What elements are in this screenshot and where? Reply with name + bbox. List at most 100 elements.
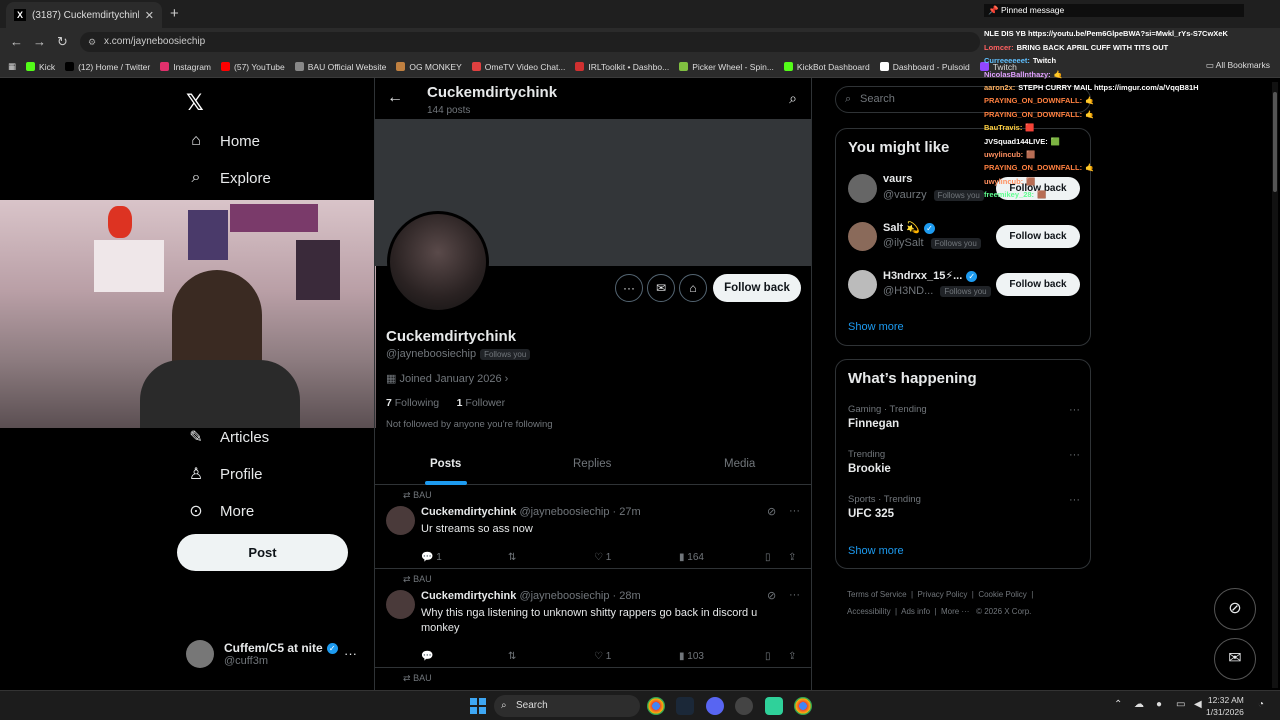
site-info-icon[interactable]: ⚙ bbox=[88, 32, 96, 52]
repost-button[interactable]: ⇅ bbox=[508, 651, 516, 662]
footer-link[interactable]: Terms of Service bbox=[847, 590, 907, 599]
suggestion-item[interactable]: H3ndrxx_15⚡... ✓ @H3ND... Follows you Fol… bbox=[848, 268, 1080, 302]
more-icon[interactable]: ··· bbox=[344, 646, 357, 661]
chrome-icon[interactable] bbox=[647, 697, 665, 715]
trend-more-icon[interactable]: ··· bbox=[1069, 494, 1080, 506]
more-options-button[interactable]: ··· bbox=[615, 274, 643, 302]
follow-back-button[interactable]: Follow back bbox=[996, 273, 1080, 296]
post-item[interactable]: ⇄ BAU Cuckemdirtychink @jayneboosiechip … bbox=[375, 569, 811, 668]
followers-link[interactable]: 1 Follower bbox=[457, 397, 505, 409]
post-handle[interactable]: @jayneboosiechip bbox=[519, 590, 609, 602]
obs-icon[interactable] bbox=[735, 697, 753, 715]
bookmark-item[interactable]: BAU Official Website bbox=[294, 62, 386, 72]
footer-link[interactable]: Ads info bbox=[901, 607, 930, 616]
post-handle[interactable]: @jayneboosiechip bbox=[519, 506, 609, 518]
mic-icon[interactable]: ● bbox=[1156, 699, 1162, 710]
account-switcher[interactable]: Cuffem/C5 at nite ✓ @cuff3m ··· bbox=[186, 640, 357, 668]
post-item[interactable]: ⇄ BAU bbox=[375, 668, 811, 690]
forward-icon[interactable]: → bbox=[33, 34, 46, 49]
following-link[interactable]: 7 Following bbox=[386, 397, 439, 409]
nav-profile[interactable]: ♙ Profile bbox=[186, 464, 263, 484]
browser-tab[interactable]: X (3187) Cuckemdirtychink (@jay ✕ bbox=[6, 2, 162, 28]
post-avatar[interactable] bbox=[386, 590, 415, 619]
taskbar-search[interactable]: ⌕ Search bbox=[494, 695, 640, 717]
profile-avatar[interactable] bbox=[387, 211, 489, 313]
new-tab-icon[interactable]: + bbox=[170, 5, 179, 22]
footer-link[interactable]: More ··· bbox=[941, 607, 969, 616]
grok-icon[interactable]: ⊘ bbox=[767, 505, 776, 518]
scrollbar-thumb[interactable] bbox=[1273, 92, 1277, 192]
grok-button[interactable]: ⊘ bbox=[1214, 588, 1256, 630]
like-button[interactable]: ♡ 1 bbox=[594, 651, 611, 662]
trend-item[interactable]: Sports · Trending UFC 325 ··· bbox=[848, 494, 1080, 520]
follow-back-button[interactable]: Follow back bbox=[713, 274, 801, 302]
url-field[interactable]: ⚙ x.com/jayneboosiechip bbox=[80, 32, 980, 52]
post-more-icon[interactable]: ··· bbox=[789, 589, 800, 601]
nav-more[interactable]: ⊙ More bbox=[186, 501, 254, 521]
trend-more-icon[interactable]: ··· bbox=[1069, 449, 1080, 461]
windows-start-icon[interactable] bbox=[470, 698, 486, 714]
nav-articles[interactable]: ✎ Articles bbox=[186, 427, 269, 447]
bookmark-item[interactable]: Kick bbox=[26, 62, 55, 72]
suggestion-name[interactable]: Salt 💫 bbox=[883, 222, 920, 234]
message-button[interactable]: ✉ bbox=[647, 274, 675, 302]
tab-replies[interactable]: Replies bbox=[573, 458, 611, 470]
apps-icon[interactable]: ▦ bbox=[8, 61, 16, 72]
footer-link[interactable]: Privacy Policy bbox=[918, 590, 968, 599]
taskbar-clock[interactable]: 12:32 AM 1/31/2026 bbox=[1206, 694, 1244, 718]
nav-explore[interactable]: ⌕ Explore bbox=[186, 169, 271, 187]
bookmark-item[interactable]: Instagram bbox=[160, 62, 211, 72]
chevron-up-icon[interactable]: ⌃ bbox=[1114, 699, 1122, 710]
back-arrow-icon[interactable]: ← bbox=[387, 89, 403, 107]
trend-more-icon[interactable]: ··· bbox=[1069, 404, 1080, 416]
cloud-icon[interactable]: ☁ bbox=[1134, 699, 1144, 710]
show-more-link[interactable]: Show more bbox=[848, 321, 904, 333]
suggestion-name[interactable]: vaurs bbox=[883, 173, 912, 185]
x-logo-icon[interactable]: 𝕏 bbox=[186, 90, 204, 116]
bookmark-item[interactable]: (57) YouTube bbox=[221, 62, 285, 72]
post-time[interactable]: 28m bbox=[619, 590, 640, 602]
trend-item[interactable]: Trending Brookie ··· bbox=[848, 449, 1080, 475]
network-icon[interactable]: ▭ bbox=[1176, 699, 1185, 710]
bookmark-item[interactable]: (12) Home / Twitter bbox=[65, 62, 150, 72]
post-item[interactable]: ⇄ BAU Cuckemdirtychink @jayneboosiechip … bbox=[375, 485, 811, 569]
close-tab-icon[interactable]: ✕ bbox=[145, 9, 154, 22]
search-icon[interactable]: ⌕ bbox=[789, 90, 797, 107]
follow-back-button[interactable]: Follow back bbox=[996, 225, 1080, 248]
bookmark-icon[interactable]: ▯ bbox=[765, 651, 771, 662]
steam-icon[interactable] bbox=[676, 697, 694, 715]
views-button[interactable]: ▮ 164 bbox=[679, 552, 704, 563]
footer-link[interactable]: Accessibility bbox=[847, 607, 891, 616]
notification-icon[interactable]: ◔ bbox=[1258, 699, 1264, 710]
messages-button[interactable]: ✉ bbox=[1214, 638, 1256, 680]
avatar[interactable] bbox=[848, 222, 877, 251]
trend-item[interactable]: Gaming · Trending Finnegan ··· bbox=[848, 404, 1080, 430]
bookmark-item[interactable]: KickBot Dashboard bbox=[783, 62, 870, 72]
bookmark-item[interactable]: OmeTV Video Chat... bbox=[471, 62, 565, 72]
suggestion-item[interactable]: Salt 💫 ✓ @ilySalt Follows you Follow back bbox=[848, 220, 1080, 254]
reply-button[interactable]: 💬 bbox=[421, 651, 433, 662]
avatar[interactable] bbox=[848, 174, 877, 203]
repost-button[interactable]: ⇅ bbox=[508, 552, 516, 563]
reload-icon[interactable]: ↻ bbox=[57, 34, 68, 50]
scrollbar[interactable] bbox=[1272, 82, 1278, 688]
subscribe-button[interactable]: ⌂ bbox=[679, 274, 707, 302]
avatar[interactable] bbox=[848, 270, 877, 299]
show-more-link[interactable]: Show more bbox=[848, 545, 904, 557]
post-button[interactable]: Post bbox=[177, 534, 348, 571]
views-button[interactable]: ▮ 103 bbox=[679, 651, 704, 662]
joined-row[interactable]: ▦ Joined January 2026 › bbox=[386, 372, 508, 385]
reply-button[interactable]: 💬 1 bbox=[421, 552, 442, 563]
bookmark-icon[interactable]: ▯ bbox=[765, 552, 771, 563]
share-icon[interactable]: ⇪ bbox=[788, 651, 796, 662]
grok-icon[interactable]: ⊘ bbox=[767, 589, 776, 602]
post-more-icon[interactable]: ··· bbox=[789, 505, 800, 517]
post-author[interactable]: Cuckemdirtychink bbox=[421, 506, 516, 518]
share-icon[interactable]: ⇪ bbox=[788, 552, 796, 563]
footer-link[interactable]: Cookie Policy bbox=[978, 590, 1026, 599]
post-avatar[interactable] bbox=[386, 506, 415, 535]
bookmark-item[interactable]: Picker Wheel - Spin... bbox=[679, 62, 774, 72]
tab-media[interactable]: Media bbox=[724, 458, 755, 470]
speaker-icon[interactable]: ◀ bbox=[1194, 699, 1202, 710]
like-button[interactable]: ♡ 1 bbox=[594, 552, 611, 563]
